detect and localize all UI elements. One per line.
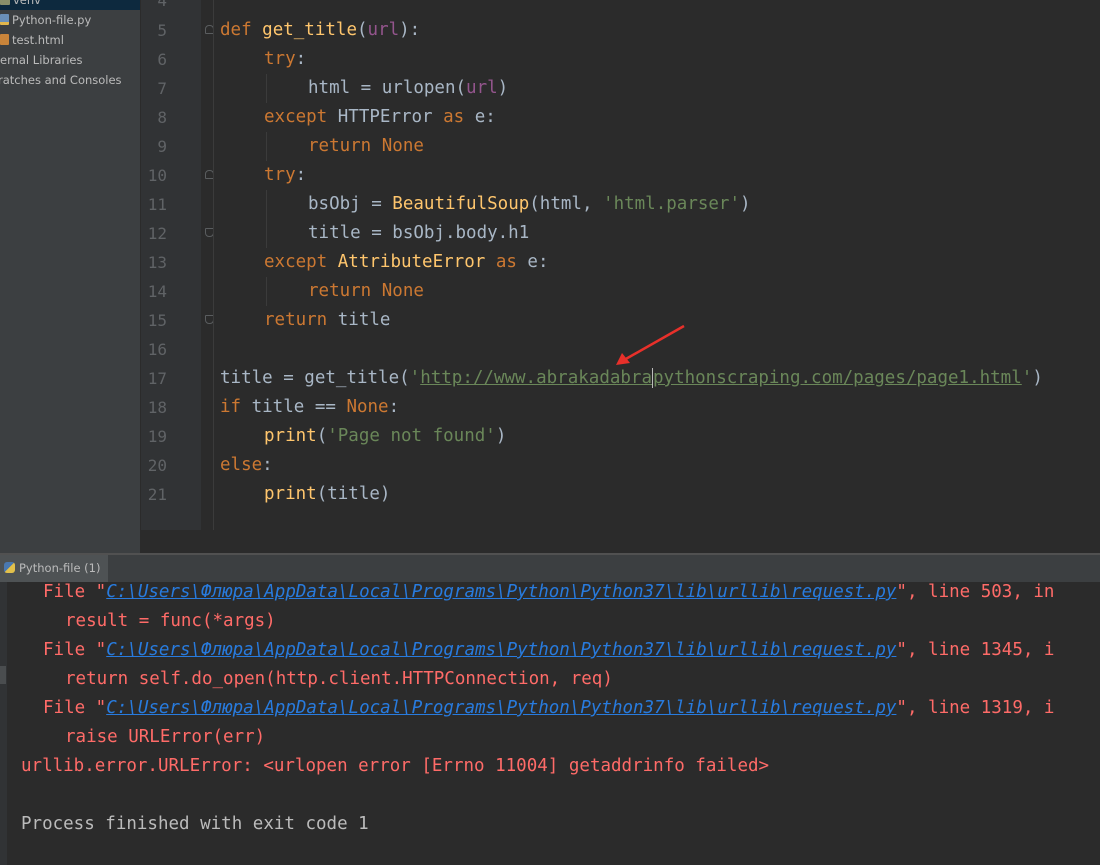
tree-item-label: ratches and Consoles: [0, 73, 122, 87]
line-gutter: 4 5 6 7 8 9 10 11 12 13 14 15 16 17 18 1…: [141, 0, 201, 530]
indent-guide: [213, 0, 214, 530]
line-number: 10: [147, 166, 167, 185]
tree-item-python-file[interactable]: Python-file.py: [0, 10, 91, 30]
traceback-code-line: raise URLError(err): [65, 727, 266, 747]
traceback-file-line: File "C:\Users\Флюра\AppData\Local\Progr…: [43, 698, 1055, 718]
line-number: 11: [147, 195, 167, 214]
tree-item-label: ernal Libraries: [0, 53, 83, 67]
run-tab[interactable]: Python-file (1): [0, 555, 109, 582]
code-line-12: title = bsObj.body.h1: [308, 223, 530, 243]
indent-guide: [266, 190, 267, 248]
traceback-code-line: return self.do_open(http.client.HTTPConn…: [65, 669, 613, 689]
line-number: 18: [147, 398, 167, 417]
code-editor[interactable]: 4 5 6 7 8 9 10 11 12 13 14 15 16 17 18 1…: [141, 0, 1100, 553]
run-tab-bar: Python-file (1): [0, 555, 1100, 583]
tree-item-venv[interactable]: venv: [0, 0, 140, 10]
code-line-8: except HTTPError as e:: [264, 107, 496, 127]
code-line-11: bsObj = BeautifulSoup(html, 'html.parser…: [308, 194, 751, 214]
code-line-21: print(title): [264, 484, 391, 504]
line-number: 20: [147, 456, 167, 475]
line-number: 9: [157, 137, 167, 156]
console-toolbar-strip: [0, 582, 7, 865]
indent-guide: [266, 277, 267, 306]
file-path-link[interactable]: C:\Users\Флюра\AppData\Local\Programs\Py…: [106, 698, 896, 718]
code-line-10: try:: [264, 165, 307, 185]
line-number: 13: [147, 253, 167, 272]
indent-guide: [266, 132, 267, 161]
tree-item-test-html[interactable]: test.html: [0, 30, 64, 50]
line-number: 21: [147, 485, 167, 504]
code-line-15: return title: [264, 310, 391, 330]
tree-item-scratches-consoles[interactable]: ratches and Consoles: [0, 70, 122, 90]
code-line-6: try:: [264, 49, 307, 69]
line-number: 4: [157, 0, 167, 10]
line-number: 17: [147, 369, 167, 388]
editor-blank-area: [141, 530, 1100, 553]
tree-item-label: Python-file.py: [12, 13, 92, 27]
python-file-icon: [0, 14, 9, 25]
error-message: urllib.error.URLError: <urlopen error [E…: [21, 756, 770, 776]
line-number: 16: [147, 340, 167, 359]
line-number: 8: [157, 108, 167, 127]
line-number: 15: [147, 311, 167, 330]
line-number: 19: [147, 427, 167, 446]
traceback-code-line: result = func(*args): [65, 611, 276, 631]
tree-item-label: test.html: [12, 33, 64, 47]
code-line-18: if title == None:: [220, 397, 400, 417]
line-number: 7: [157, 79, 167, 98]
project-sidebar: venv Python-file.py test.html ernal Libr…: [0, 0, 140, 553]
run-tab-label: Python-file (1): [19, 561, 101, 575]
code-line-13: except AttributeError as e:: [264, 252, 549, 272]
tree-item-external-libraries[interactable]: ernal Libraries: [0, 50, 82, 70]
exit-status-line: Process finished with exit code 1: [21, 814, 369, 834]
python-icon: [4, 562, 15, 573]
code-line-20: else:: [220, 455, 273, 475]
line-number: 6: [157, 50, 167, 69]
file-path-link[interactable]: C:\Users\Флюра\AppData\Local\Programs\Py…: [106, 582, 896, 602]
traceback-file-line: File "C:\Users\Флюра\AppData\Local\Progr…: [43, 582, 1055, 602]
line-number: 14: [147, 282, 167, 301]
traceback-file-line: File "C:\Users\Флюра\AppData\Local\Progr…: [43, 640, 1055, 660]
line-number: 5: [157, 21, 167, 40]
text-cursor: pythonscraping.com/pages/page1.html: [652, 368, 1022, 388]
indent-guide: [266, 74, 267, 103]
tree-item-label: venv: [13, 0, 41, 7]
line-number: 12: [147, 224, 167, 243]
run-console[interactable]: File "C:\Users\Флюра\AppData\Local\Progr…: [0, 582, 1100, 865]
file-path-link[interactable]: C:\Users\Флюра\AppData\Local\Programs\Py…: [106, 640, 896, 660]
code-line-7: html = urlopen(url): [308, 78, 509, 98]
code-line-9: return None: [308, 136, 424, 156]
annotation-arrow-icon: [616, 324, 685, 365]
code-line-19: print('Page not found'): [264, 426, 507, 446]
html-file-icon: [0, 34, 9, 45]
code-line-5: def get_title(url):: [220, 20, 421, 40]
folder-icon: [0, 0, 10, 5]
code-line-14: return None: [308, 281, 424, 301]
